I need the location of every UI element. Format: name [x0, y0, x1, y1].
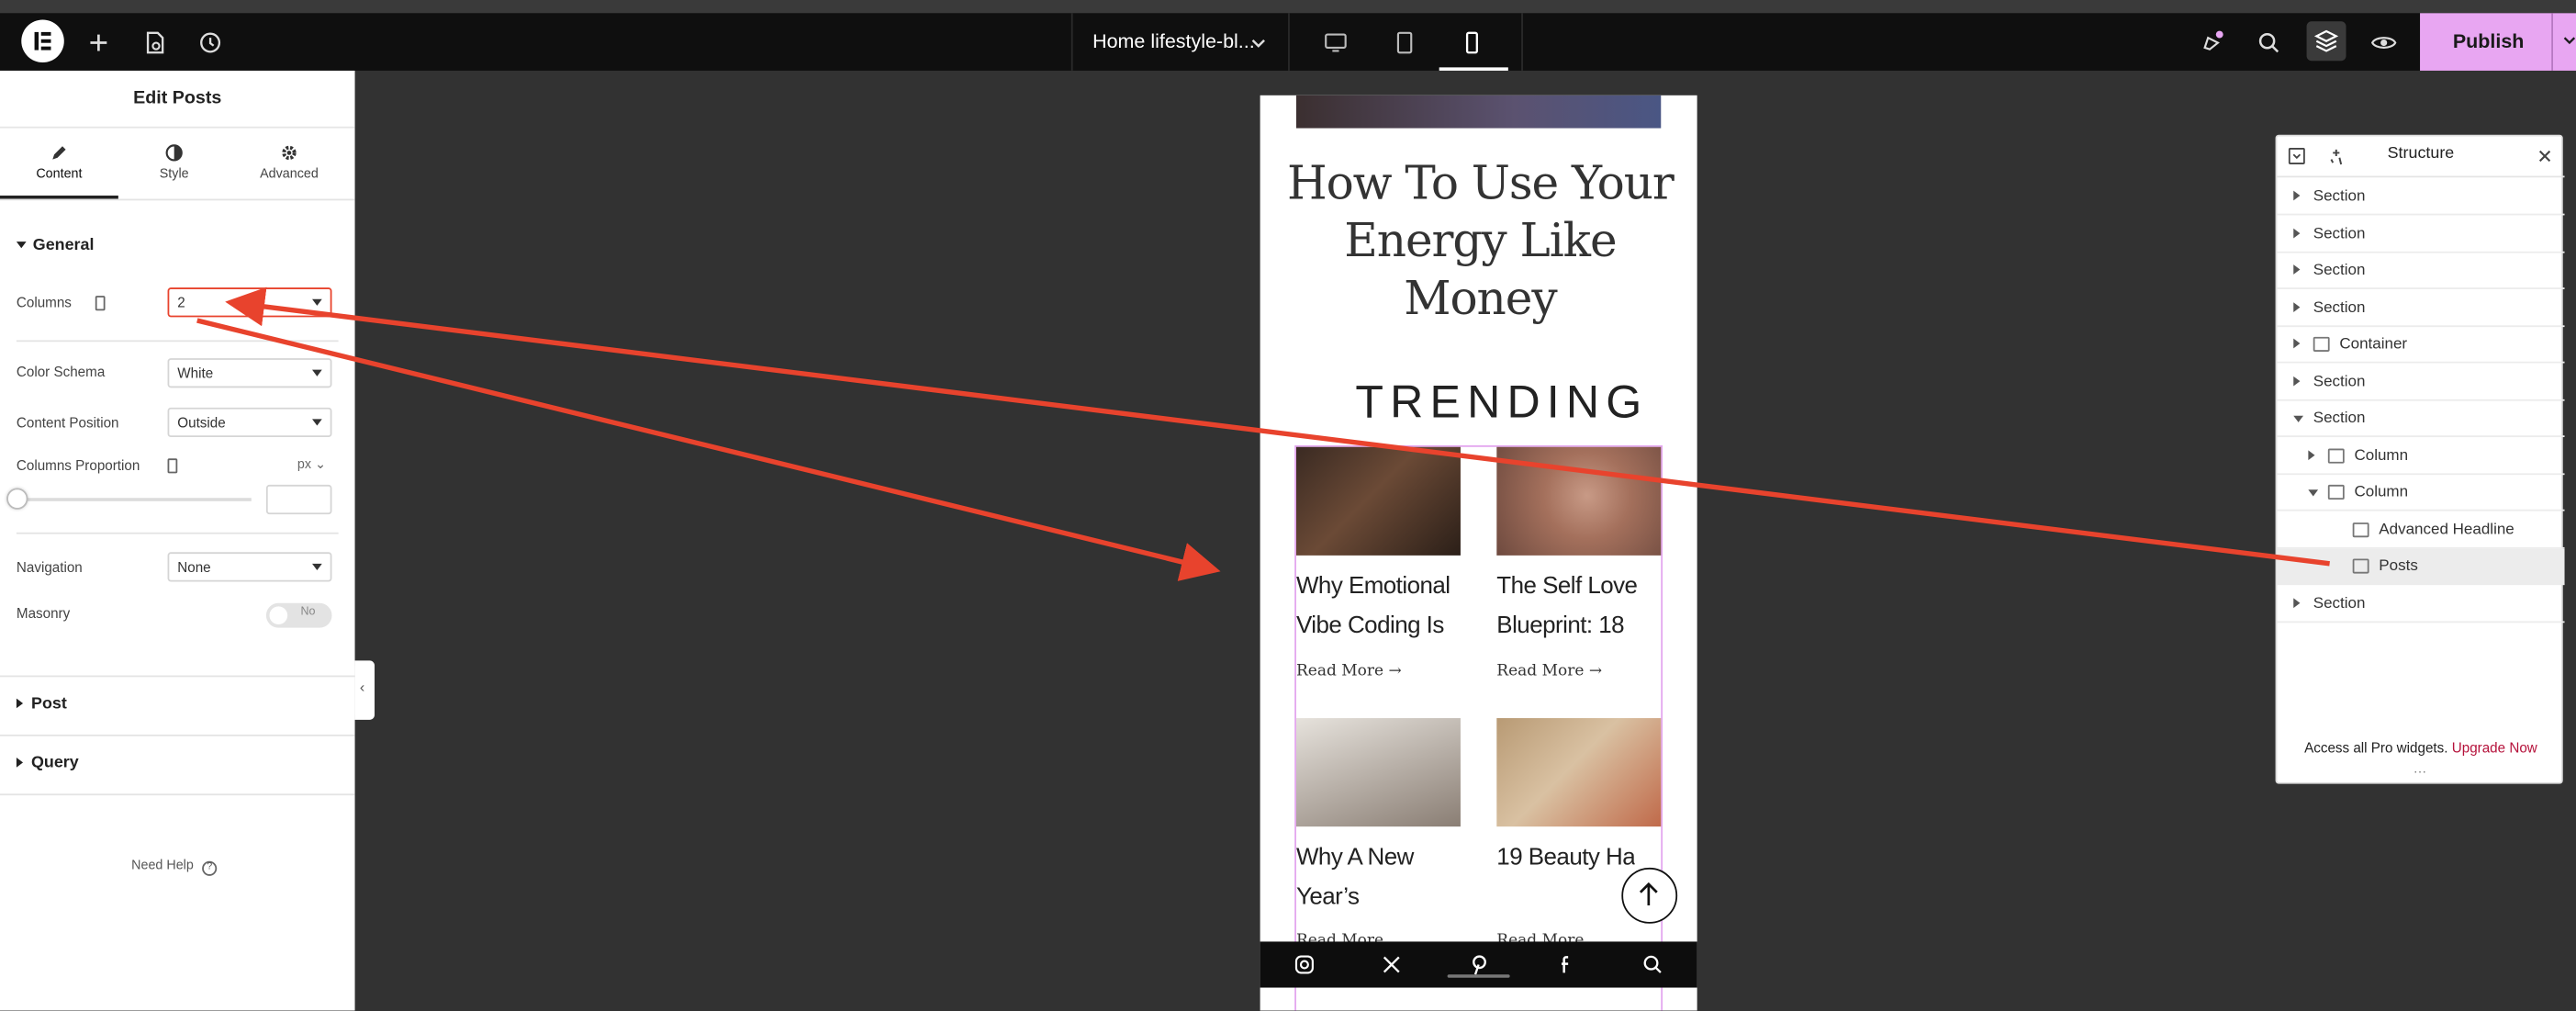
annotation-arrows [196, 286, 2330, 581]
annotation-arrow [196, 318, 1221, 581]
editor-screen: Home lifestyle-bl... Publish Edit Posts … [0, 0, 2576, 1011]
annotation-arrow [225, 286, 2330, 567]
